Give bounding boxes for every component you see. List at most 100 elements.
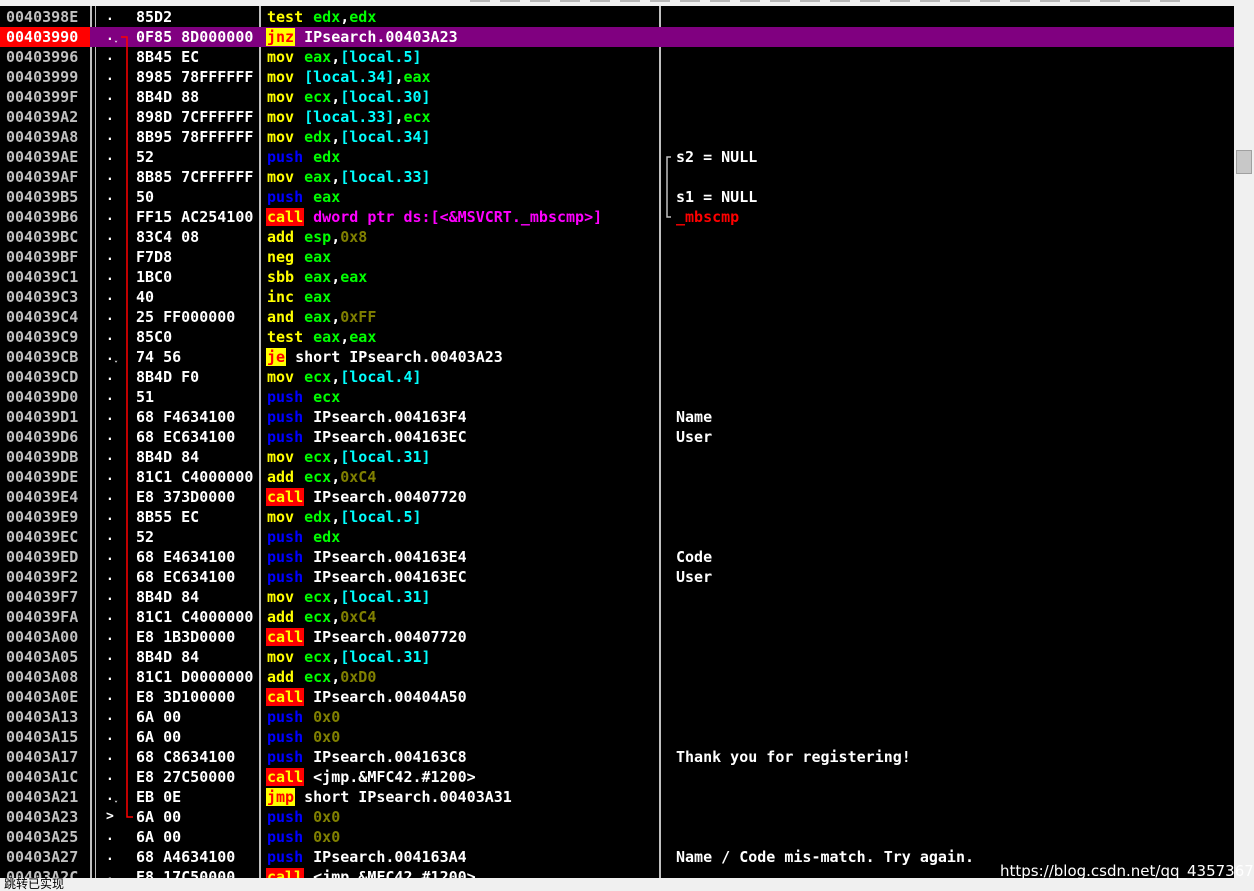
disasm-row[interactable]: 004039E9. 8B55 EC mov edx,[local.5] — [0, 507, 1234, 527]
disasm-row[interactable]: 004039BC. 83C4 08 add esp,0x8 — [0, 227, 1234, 247]
mnemonic: push — [267, 408, 304, 426]
hex-bytes-cell: 85C0 — [136, 328, 173, 346]
disasm-row[interactable]: 004039C4. 25 FF000000 and eax,0xFF — [0, 307, 1234, 327]
operand: IPsearch.004163F4 — [313, 408, 467, 426]
disasm-row[interactable]: 004039D6. 68 EC634100 push IPsearch.004163… — [0, 427, 1234, 447]
flow-marker: . — [106, 609, 114, 624]
operand: , — [340, 328, 350, 346]
operand: IPsearch.004163E4 — [313, 548, 467, 566]
disasm-row[interactable]: 00403A1C. E8 27C50000 call <jmp.&MFC42.#12… — [0, 767, 1234, 787]
disasm-row[interactable]: 00403990 .˯ 0F85 8D000000 jnz IPsearch.0040… — [0, 27, 1234, 47]
disasm-row[interactable]: 00403A0E. E8 3D100000 call IPsearch.00404A… — [0, 687, 1234, 707]
disasm-row[interactable]: 004039B6. FF15 AC254100 call dword ptr ds:… — [0, 207, 1234, 227]
mnemonic: push — [267, 808, 304, 826]
operand: dword ptr ds:[<&MSVCRT._mbscmp>] — [313, 208, 603, 226]
disasm-row[interactable]: 004039C3. 40 inc eax — [0, 287, 1234, 307]
disasm-row[interactable]: 004039FA. 81C1 C4000000 add ecx,0xC4 — [0, 607, 1234, 627]
instruction-cell: and eax,0xFF — [266, 307, 658, 327]
disasm-row[interactable]: 004039DB. 8B4D 84 mov ecx,[local.31] — [0, 447, 1234, 467]
operand: IPsearch.004163C8 — [313, 748, 467, 766]
scrollbar-thumb[interactable] — [1236, 150, 1252, 174]
disasm-row[interactable]: 004039EC. 52 push edx — [0, 527, 1234, 547]
instruction-cell: push 0x0 — [266, 707, 658, 727]
instruction-cell: mov eax,[local.5] — [266, 47, 658, 67]
disasm-row[interactable]: 004039CB .˯ 74 56 je short IPsearch.00403A2… — [0, 347, 1234, 367]
comment-cell — [676, 607, 1234, 627]
watermark-url: https://blog.csdn.net/qq_4357367 — [1000, 862, 1254, 880]
hex-bytes-cell: 83C4 08 — [136, 228, 200, 246]
address-cell: 004039CB — [6, 348, 79, 366]
mnemonic: push — [267, 388, 304, 406]
disasm-row[interactable]: 00403A15. 6A 00 push 0x0 — [0, 727, 1234, 747]
mnemonic: mov — [267, 108, 295, 126]
mnemonic: inc — [267, 288, 295, 306]
disasm-row[interactable]: 004039A8. 8B95 78FFFFFF mov edx,[local.34] — [0, 127, 1234, 147]
disasm-row[interactable]: 004039CD. 8B4D F0 mov ecx,[local.4] — [0, 367, 1234, 387]
disasm-row[interactable]: 004039F2. 68 EC634100 push IPsearch.004163… — [0, 567, 1234, 587]
hex-bytes-cell: 52 — [136, 528, 155, 546]
disasm-row[interactable]: 004039ED. 68 E4634100 push IPsearch.004163… — [0, 547, 1234, 567]
comment-cell — [676, 27, 1234, 47]
disasm-row[interactable]: 00403A05. 8B4D 84 mov ecx,[local.31] — [0, 647, 1234, 667]
disasm-row[interactable]: 004039DE. 81C1 C4000000 add ecx,0xC4 — [0, 467, 1234, 487]
disasm-row[interactable]: 00403A21 .˯ EB 0E jmp short IPsearch.00403A… — [0, 787, 1234, 807]
disasm-row[interactable]: 004039A2. 898D 7CFFFFFF mov [local.33],ecx — [0, 107, 1234, 127]
operand: [local.31] — [340, 648, 431, 666]
address-cell: 0040398E — [6, 8, 79, 26]
disasm-row[interactable]: 00403996. 8B45 EC mov eax,[local.5] — [0, 47, 1234, 67]
disasm-row[interactable]: 0040399F. 8B4D 88 mov ecx,[local.30] — [0, 87, 1234, 107]
vertical-scrollbar[interactable] — [1234, 6, 1254, 878]
disasm-row[interactable]: 0040398E. 85D2 test edx,edx — [0, 7, 1234, 27]
instruction-cell: mov edx,[local.34] — [266, 127, 658, 147]
operand: IPsearch.004163EC — [313, 428, 467, 446]
disasm-row[interactable]: 004039AE. 52 push edx s2 = NULL — [0, 147, 1234, 167]
mnemonic: add — [267, 668, 295, 686]
disasm-row[interactable]: 00403A08. 81C1 D0000000 add ecx,0xD0 — [0, 667, 1234, 687]
operand: ecx — [304, 468, 332, 486]
operand: ecx — [304, 668, 332, 686]
operand: ecx — [313, 388, 341, 406]
disasm-row[interactable]: 00403A25. 6A 00 push 0x0 — [0, 827, 1234, 847]
disasm-row[interactable]: 00403999. 8985 78FFFFFF mov [local.34],eax — [0, 67, 1234, 87]
disasm-row[interactable]: 00403A17. 68 C8634100 push IPsearch.004163… — [0, 747, 1234, 767]
disasm-row[interactable]: 004039E4. E8 373D0000 call IPsearch.004077… — [0, 487, 1234, 507]
disasm-row[interactable]: 004039C9. 85C0 test eax,eax — [0, 327, 1234, 347]
flow-marker: . — [106, 329, 114, 344]
flow-marker: . — [106, 69, 114, 84]
instruction-cell: add ecx,0xD0 — [266, 667, 658, 687]
operand: , — [331, 668, 341, 686]
flow-marker: . — [106, 469, 114, 484]
flow-marker: . — [106, 649, 114, 664]
hex-bytes-cell: 50 — [136, 188, 155, 206]
disasm-row[interactable]: 004039F7. 8B4D 84 mov ecx,[local.31] — [0, 587, 1234, 607]
flow-marker: . — [106, 249, 114, 264]
instruction-cell: call <jmp.&MFC42.#1200> — [266, 867, 658, 878]
disasm-row[interactable]: 004039D1. 68 F4634100 push IPsearch.004163… — [0, 407, 1234, 427]
disasm-row[interactable]: 004039D0. 51 push ecx — [0, 387, 1234, 407]
hex-bytes-cell: 8B4D 84 — [136, 588, 200, 606]
instruction-cell: push edx — [266, 147, 658, 167]
comment-cell — [676, 347, 1234, 367]
hex-bytes-cell: 6A 00 — [136, 708, 182, 726]
disasm-row[interactable]: 00403A23 >6A 00 push 0x0 — [0, 807, 1234, 827]
disassembly-pane[interactable]: 0040398E. 85D2 test edx,edx 00403990 .˯ 0F85 … — [0, 6, 1234, 878]
instruction-cell: mov ecx,[local.31] — [266, 587, 658, 607]
disasm-row[interactable]: 004039BF. F7D8 neg eax — [0, 247, 1234, 267]
disasm-row[interactable]: 004039C1. 1BC0 sbb eax,eax — [0, 267, 1234, 287]
disasm-row[interactable]: 004039B5. 50 push eax s1 = NULL — [0, 187, 1234, 207]
operand: ecx — [304, 648, 332, 666]
disasm-row[interactable]: 004039AF. 8B85 7CFFFFFF mov eax,[local.33] — [0, 167, 1234, 187]
operand: edx — [349, 8, 377, 26]
mnemonic: mov — [267, 88, 295, 106]
hex-bytes-cell: 8985 78FFFFFF — [136, 68, 254, 86]
address-cell: 00403A23 — [6, 808, 79, 826]
disasm-row[interactable]: 00403A00. E8 1B3D0000 call IPsearch.004077… — [0, 627, 1234, 647]
mnemonic: add — [267, 228, 295, 246]
disasm-row[interactable]: 00403A13. 6A 00 push 0x0 — [0, 707, 1234, 727]
comment-cell — [676, 167, 1234, 187]
operand: short IPsearch.00403A23 — [295, 348, 503, 366]
hex-bytes-cell: 8B95 78FFFFFF — [136, 128, 254, 146]
flow-marker: . — [106, 89, 114, 104]
mnemonic: mov — [267, 68, 295, 86]
instruction-cell: test edx,edx — [266, 7, 658, 27]
